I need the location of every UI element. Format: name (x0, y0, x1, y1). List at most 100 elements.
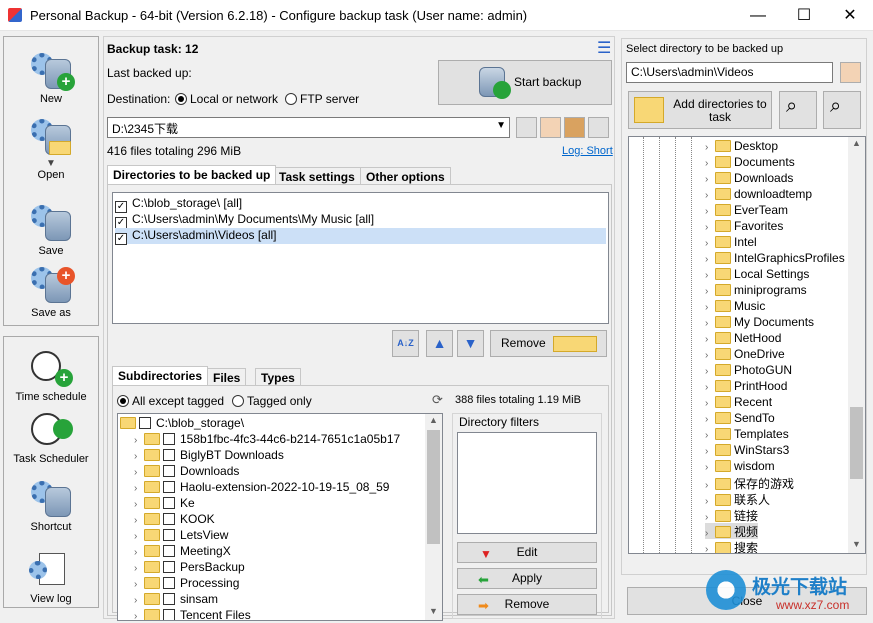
expand-arrow-icon[interactable]: › (134, 595, 144, 606)
tree-item[interactable]: › Recent (705, 395, 772, 411)
expand-arrow-icon[interactable]: › (134, 531, 144, 542)
checkbox-icon[interactable] (163, 545, 175, 557)
dest-ftp-radio[interactable]: FTP server (285, 92, 359, 106)
checkbox-icon[interactable] (163, 481, 175, 493)
tree-item[interactable]: › 链接 (705, 507, 758, 523)
tree-item[interactable]: › Downloads (705, 171, 793, 187)
sort-button[interactable]: A↓Z (392, 330, 419, 357)
subdir-root[interactable]: C:\blob_storage\ (120, 416, 244, 432)
tree-item[interactable]: › Music (705, 299, 765, 315)
tree-item[interactable]: › My Documents (705, 315, 814, 331)
remove-filter-button[interactable]: ➡ Remove (457, 594, 597, 615)
time-schedule-button[interactable]: + Time schedule (4, 349, 98, 403)
tree-item[interactable]: › wisdom (705, 459, 775, 475)
expand-arrow-icon[interactable]: › (705, 414, 715, 425)
subdir-item[interactable]: › LetsView (134, 528, 228, 544)
menu-icon[interactable]: ☰ (597, 38, 611, 58)
maximize-button[interactable]: ☐ (781, 0, 827, 31)
expand-arrow-icon[interactable]: › (705, 286, 715, 297)
tree-item[interactable]: › 联系人 (705, 491, 770, 507)
expand-arrow-icon[interactable]: › (134, 483, 144, 494)
checkbox-icon[interactable] (163, 449, 175, 461)
task-scheduler-button[interactable]: Task Scheduler (4, 411, 98, 465)
expand-arrow-icon[interactable]: › (134, 611, 144, 620)
tree-item[interactable]: › NetHood (705, 331, 781, 347)
tree-item[interactable]: › Documents (705, 155, 795, 171)
expand-arrow-icon[interactable]: › (705, 302, 715, 313)
tree-item[interactable]: › 视频 (705, 523, 759, 539)
shortcut-button[interactable]: Shortcut (4, 479, 98, 533)
all-except-radio[interactable]: All except tagged (117, 394, 224, 408)
expand-arrow-icon[interactable]: › (705, 350, 715, 361)
save-button[interactable]: Save (4, 203, 98, 257)
checkbox-icon[interactable] (163, 497, 175, 509)
tree-item[interactable]: › miniprograms (705, 283, 807, 299)
checkbox-icon[interactable] (163, 561, 175, 573)
tree-scrollbar[interactable]: ▲ ▼ (848, 137, 865, 553)
subdir-item[interactable]: › Haolu-extension-2022-10-19-15_08_59 (134, 480, 389, 496)
save-as-button[interactable]: + Save as (4, 265, 98, 319)
open-dropdown-arrow-icon[interactable]: ▼ (4, 159, 98, 169)
dest-local-radio[interactable]: Local or network (175, 92, 278, 106)
expand-arrow-icon[interactable]: › (705, 334, 715, 345)
remove-directory-button[interactable]: Remove (490, 330, 607, 357)
expand-arrow-icon[interactable]: › (705, 142, 715, 153)
expand-arrow-icon[interactable]: › (705, 270, 715, 281)
scroll-down-icon[interactable]: ▼ (852, 539, 861, 549)
move-up-button[interactable]: ▲ (426, 330, 453, 357)
tab-directories[interactable]: Directories to be backed up (107, 165, 277, 184)
subdirectory-tree[interactable]: C:\blob_storage\ › 158b1fbc-4fc3-44c6-b21… (117, 413, 443, 621)
picker-options-icon[interactable] (840, 62, 861, 83)
tree-item[interactable]: › Favorites (705, 219, 783, 235)
checkbox-icon[interactable] (139, 417, 151, 429)
subdir-item[interactable]: › Downloads (134, 464, 239, 480)
tree-item[interactable]: › PhotoGUN (705, 363, 792, 379)
tree-item[interactable]: › Local Settings (705, 267, 809, 283)
tree-item[interactable]: › Templates (705, 427, 789, 443)
subdir-item[interactable]: › KOOK (134, 512, 215, 528)
checkbox-icon[interactable] (163, 465, 175, 477)
directory-item[interactable]: ✓ C:\Users\admin\My Documents\My Music [a… (115, 212, 605, 229)
expand-arrow-icon[interactable]: › (134, 435, 144, 446)
tree-item[interactable]: › PrintHood (705, 379, 787, 395)
expand-arrow-icon[interactable]: › (134, 467, 144, 478)
expand-arrow-icon[interactable]: › (134, 563, 144, 574)
checkbox-icon[interactable] (163, 593, 175, 605)
open-button[interactable]: ▼ Open (4, 117, 98, 181)
expand-arrow-icon[interactable]: › (134, 515, 144, 526)
tree-item[interactable]: › IntelGraphicsProfiles (705, 251, 845, 267)
expand-arrow-icon[interactable]: › (134, 547, 144, 558)
tree-item[interactable]: › SendTo (705, 411, 775, 427)
tree-item[interactable]: › EverTeam (705, 203, 788, 219)
tree-item[interactable]: › downloadtemp (705, 187, 812, 203)
comment-icon[interactable] (516, 117, 537, 138)
expand-arrow-icon[interactable]: › (705, 366, 715, 377)
subdir-item[interactable]: › Ke (134, 496, 195, 512)
filters-list[interactable] (457, 432, 597, 534)
start-backup-button[interactable]: Start backup (438, 60, 612, 105)
expand-arrow-icon[interactable]: › (705, 528, 715, 539)
expand-arrow-icon[interactable]: › (705, 190, 715, 201)
tree-item[interactable]: › 保存的游戏 (705, 475, 794, 491)
add-directories-button[interactable]: Add directories to task (628, 91, 772, 129)
expand-arrow-icon[interactable]: › (705, 382, 715, 393)
tree-settings-icon[interactable] (588, 117, 609, 138)
expand-arrow-icon[interactable]: › (705, 206, 715, 217)
log-link[interactable]: Log: Short (562, 145, 613, 157)
expand-arrow-icon[interactable]: › (705, 480, 715, 491)
subdir-item[interactable]: › PersBackup (134, 560, 245, 576)
scroll-thumb[interactable] (850, 407, 863, 479)
checkbox-icon[interactable] (163, 577, 175, 589)
chevron-down-icon[interactable]: ▼ (496, 120, 506, 131)
close-window-button[interactable]: ✕ (827, 0, 873, 31)
expand-arrow-icon[interactable]: › (134, 579, 144, 590)
expand-arrow-icon[interactable]: › (705, 446, 715, 457)
refresh-icon[interactable]: ⟳ (432, 392, 443, 408)
tree-item[interactable]: › Intel (705, 235, 757, 251)
expand-arrow-icon[interactable]: › (705, 544, 715, 553)
expand-arrow-icon[interactable]: › (705, 398, 715, 409)
checkbox-icon[interactable] (163, 513, 175, 525)
expand-arrow-icon[interactable]: › (705, 174, 715, 185)
user-icon[interactable] (564, 117, 585, 138)
expand-arrow-icon[interactable]: › (705, 158, 715, 169)
